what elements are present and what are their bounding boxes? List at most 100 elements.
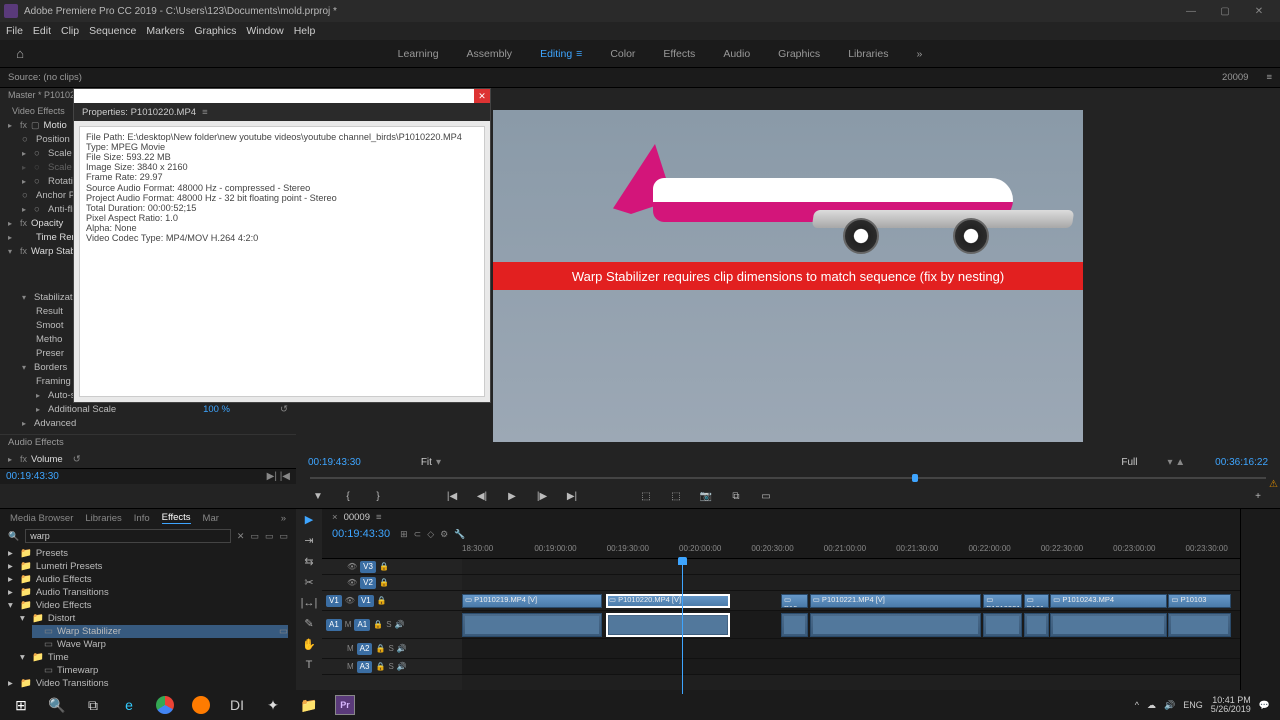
maximize-button[interactable]: ▢ xyxy=(1208,0,1242,22)
fx-motion[interactable]: Motio xyxy=(44,120,67,131)
premiere-taskbar-icon[interactable]: Pr xyxy=(328,692,362,718)
effects-tree-item[interactable]: ▸📁Audio Effects xyxy=(8,573,288,586)
program-panel-tab[interactable]: 20009 xyxy=(1222,72,1248,83)
source-panel-tab[interactable]: Source: (no clips) xyxy=(8,72,82,83)
monitor-playhead[interactable] xyxy=(912,474,918,482)
effects-tree-item[interactable]: ▸📁Lumetri Presets xyxy=(8,560,288,573)
marker-icon[interactable]: ◇ xyxy=(427,529,434,540)
snap-icon[interactable]: ⊞ xyxy=(400,529,408,540)
warning-icon[interactable]: ⚠ xyxy=(1269,479,1278,490)
mark-out-icon[interactable]: } xyxy=(370,491,386,502)
fx-stabilization[interactable]: Stabilizat xyxy=(34,292,73,303)
menu-sequence[interactable]: Sequence xyxy=(89,25,136,37)
fx-advanced[interactable]: Advanced xyxy=(34,418,76,429)
fx-opacity[interactable]: Opacity xyxy=(31,218,63,229)
edge-icon[interactable]: e xyxy=(112,692,146,718)
track-header-v1[interactable]: V1👁V1🔒 xyxy=(322,591,462,611)
fx-addscale-value[interactable]: 100 % xyxy=(203,404,230,415)
dialog-body[interactable]: File Path: E:\desktop\New folder\new you… xyxy=(79,126,485,397)
ws-color[interactable]: Color xyxy=(610,48,635,60)
effects-tree-item[interactable]: ▸📁Audio Transitions xyxy=(8,586,288,599)
task-view-icon[interactable]: ⧉ xyxy=(76,692,110,718)
ws-graphics[interactable]: Graphics xyxy=(778,48,820,60)
fx-method[interactable]: Metho xyxy=(36,334,62,345)
menu-edit[interactable]: Edit xyxy=(33,25,51,37)
tray-volume-icon[interactable]: 🔊 xyxy=(1164,700,1175,711)
mark-in-icon[interactable]: { xyxy=(340,491,356,502)
taskbar-search-icon[interactable]: 🔍 xyxy=(40,692,74,718)
safe-margins-icon[interactable]: ▭ xyxy=(758,491,774,502)
tab-markers[interactable]: Mar xyxy=(203,513,219,524)
step-forward-icon[interactable]: |▶ xyxy=(534,491,550,502)
effects-tree[interactable]: ▸📁Presets▸📁Lumetri Presets▸📁Audio Effect… xyxy=(0,545,296,692)
audio-clip[interactable] xyxy=(462,613,602,637)
track-header-a2[interactable]: MA2🔒S🔊 xyxy=(322,639,462,659)
monitor-fit-select[interactable]: Fit xyxy=(421,457,432,468)
tray-onedrive-icon[interactable]: ☁ xyxy=(1147,700,1156,711)
track-header-a3[interactable]: MA3🔒S🔊 xyxy=(322,659,462,675)
fx-preserve[interactable]: Preser xyxy=(36,348,64,359)
video-clip[interactable]: ▭ P1010221 xyxy=(983,594,1022,608)
tab-effects[interactable]: Effects xyxy=(162,512,191,524)
pen-tool-icon[interactable]: ✎ xyxy=(304,617,313,630)
menu-window[interactable]: Window xyxy=(246,25,283,37)
monitor-scrubber[interactable] xyxy=(310,472,1266,484)
timeline-ruler[interactable]: 18:30:0000:19:00:0000:19:30:0000:20:00:0… xyxy=(462,543,1240,558)
monitor-timecode-right[interactable]: 00:36:16:22 xyxy=(1215,457,1268,468)
program-panel-menu-icon[interactable]: ≡ xyxy=(1266,72,1272,83)
effects-tree-item[interactable]: ▾📁Distort xyxy=(20,612,288,625)
app-icon-1[interactable]: DI xyxy=(220,692,254,718)
go-to-in-icon[interactable]: |◀ xyxy=(444,491,460,502)
ripple-tool-icon[interactable]: ⇆ xyxy=(304,555,313,568)
ws-editing[interactable]: Editing xyxy=(540,48,582,60)
linked-sel-icon[interactable]: ⊂ xyxy=(414,529,422,540)
chrome-icon[interactable] xyxy=(148,692,182,718)
dialog-close-button[interactable]: ✕ xyxy=(474,89,490,103)
video-clip[interactable]: ▭ P10103 xyxy=(1168,594,1230,608)
effects-tree-item[interactable]: ▭Timewarp xyxy=(32,664,288,677)
tabs-overflow-icon[interactable]: » xyxy=(281,513,286,524)
video-clip[interactable]: ▭ P101 xyxy=(1024,594,1049,608)
effects-tree-item[interactable]: ▸📁Presets xyxy=(8,547,288,560)
ws-effects[interactable]: Effects xyxy=(663,48,695,60)
menu-markers[interactable]: Markers xyxy=(146,25,184,37)
tray-language[interactable]: ENG xyxy=(1183,700,1203,710)
menu-file[interactable]: File xyxy=(6,25,23,37)
button-editor-icon[interactable]: + xyxy=(1250,491,1266,502)
home-button[interactable]: ⌂ xyxy=(0,40,40,67)
track-header-v3[interactable]: 👁V3🔒 xyxy=(322,559,462,575)
ws-assembly[interactable]: Assembly xyxy=(467,48,513,60)
filter-icon-2[interactable]: ▭ xyxy=(265,531,274,542)
timeline-content[interactable]: ▭ P1010219.MP4 [V]▭ P1010220.MP4 [V]▭ P1… xyxy=(462,559,1240,694)
audio-clip[interactable] xyxy=(781,613,808,637)
tray-chevron-icon[interactable]: ^ xyxy=(1135,700,1139,710)
extract-icon[interactable]: ⬚ xyxy=(668,491,684,502)
effects-tree-item[interactable]: ▾📁Time xyxy=(20,651,288,664)
fx-result[interactable]: Result xyxy=(36,306,63,317)
fx-smoothness[interactable]: Smoot xyxy=(36,320,63,331)
tab-libraries[interactable]: Libraries xyxy=(85,513,121,524)
fx-volume[interactable]: Volume xyxy=(31,454,63,465)
filter-icon[interactable]: ▭ xyxy=(250,531,259,542)
audio-clip[interactable] xyxy=(983,613,1022,637)
effects-tree-item[interactable]: ▸📁Video Transitions xyxy=(8,677,288,690)
play-icon[interactable]: ▶ xyxy=(504,491,520,502)
fx-scale[interactable]: Scale xyxy=(48,148,72,159)
type-tool-icon[interactable]: T xyxy=(306,659,313,671)
clear-search-icon[interactable]: ✕ xyxy=(237,531,245,542)
settings-icon[interactable]: ⚙ xyxy=(440,529,448,540)
tray-clock[interactable]: 10:41 PM 5/26/2019 xyxy=(1211,696,1251,715)
ws-audio[interactable]: Audio xyxy=(723,48,750,60)
ws-libraries[interactable]: Libraries xyxy=(848,48,888,60)
video-clip[interactable]: ▭ P1010219.MP4 [V] xyxy=(462,594,602,608)
fx-framing[interactable]: Framing xyxy=(36,376,71,387)
track-select-tool-icon[interactable]: ⇥ xyxy=(304,534,313,547)
video-clip[interactable]: ▭ P1010221.MP4 [V] xyxy=(810,594,981,608)
filter-icon-3[interactable]: ▭ xyxy=(279,531,288,542)
audio-clip[interactable] xyxy=(1168,613,1230,637)
razor-tool-icon[interactable]: ✂ xyxy=(304,576,313,589)
effects-tree-item[interactable]: ▭Warp Stabilizer▭ xyxy=(32,625,288,638)
add-marker-icon[interactable]: ▼ xyxy=(310,491,326,502)
track-header-v2[interactable]: 👁V2🔒 xyxy=(322,575,462,591)
audio-clip[interactable] xyxy=(810,613,981,637)
